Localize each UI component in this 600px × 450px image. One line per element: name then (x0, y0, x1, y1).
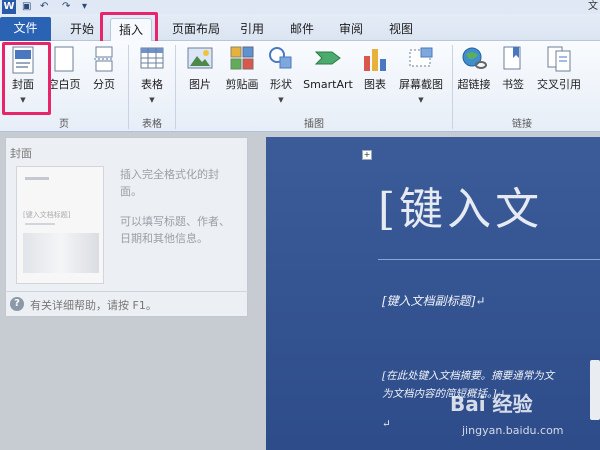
table-label: 表格 (141, 78, 163, 91)
tab-review[interactable]: 审阅 (334, 18, 368, 41)
table-button[interactable]: 表格 ▼ (134, 44, 170, 114)
tooltip-description: 日期和其他信息。 (120, 232, 208, 245)
shapes-button[interactable]: 形状 ▼ (266, 44, 296, 114)
tooltip-title: 封面 (10, 147, 32, 160)
cross-reference-label: 交叉引用 (537, 78, 581, 91)
thumb-line (25, 223, 55, 225)
tab-mailings[interactable]: 邮件 (285, 18, 319, 41)
table-move-handle-icon[interactable]: + (362, 150, 372, 160)
pages-group-label: 页 (59, 119, 69, 130)
save-icon[interactable]: ▣ (22, 0, 31, 14)
picture-icon (187, 47, 213, 69)
scrollbar[interactable] (590, 360, 600, 420)
illustrations-group-label: 插图 (304, 119, 324, 130)
thumb-line (25, 177, 49, 180)
help-text: 有关详细帮助，请按 F1。 (30, 299, 157, 312)
title-divider (378, 259, 600, 260)
screenshot-icon (409, 47, 433, 67)
thumb-heading: [键入文档标题] (23, 211, 71, 219)
hyperlink-button[interactable]: 超链接 (456, 44, 492, 114)
table-icon (140, 47, 164, 69)
window-title: 文 (588, 1, 598, 12)
tooltip-description: 可以填写标题、作者、 (120, 215, 230, 228)
customize-toolbar-icon[interactable]: ▾ (82, 0, 87, 14)
title-bar: W ▣ ↶ ↷ ▾ 文 (0, 0, 600, 14)
document-subtitle-placeholder[interactable]: [键入文档副标题]↵ (382, 292, 485, 309)
tab-home[interactable]: 开始 (62, 18, 102, 41)
smartart-label: SmartArt (303, 78, 353, 91)
ribbon-tab-row: 文件 开始 插入 页面布局 引用 邮件 审阅 视图 (0, 14, 600, 41)
tab-references[interactable]: 引用 (235, 18, 269, 41)
bookmark-button[interactable]: 书签 (498, 44, 528, 114)
bookmark-label: 书签 (502, 78, 524, 91)
group-divider (452, 45, 453, 129)
picture-button[interactable]: 图片 (183, 44, 217, 114)
undo-icon[interactable]: ↶ (40, 0, 48, 14)
hyperlink-label: 超链接 (457, 78, 491, 91)
word-logo-icon: W (2, 0, 16, 14)
cross-reference-icon (547, 46, 571, 72)
chevron-down-icon: ▼ (278, 96, 284, 104)
smartart-icon (314, 51, 341, 65)
redo-icon[interactable]: ↷ (62, 0, 70, 14)
clipart-label: 剪贴画 (225, 78, 259, 91)
shapes-icon (269, 47, 292, 69)
chevron-down-icon: ▼ (149, 96, 155, 104)
group-divider (175, 45, 176, 129)
globe-link-icon (462, 47, 487, 69)
group-divider (128, 45, 129, 129)
screenshot-label: 屏幕截图 (399, 78, 443, 91)
blank-page-icon (54, 46, 74, 72)
cross-reference-button[interactable]: 交叉引用 (534, 44, 584, 114)
cover-button-highlight (2, 42, 51, 115)
shapes-label: 形状 (270, 78, 292, 91)
picture-label: 图片 (189, 78, 211, 91)
page-break-icon (94, 46, 114, 72)
screenshot-button[interactable]: 屏幕截图 ▼ (394, 44, 448, 114)
chart-icon (364, 49, 386, 71)
tab-file[interactable]: 文件 (0, 17, 51, 41)
baidu-jingyan-watermark: Bai 经验 (450, 392, 533, 416)
clipart-icon (230, 46, 254, 70)
chevron-down-icon: ▼ (418, 96, 424, 104)
tables-group-label: 表格 (142, 119, 162, 130)
document-abstract-line[interactable]: [在此处键入文档摘要。摘要通常为文 (382, 368, 554, 383)
tooltip-description: 面。 (120, 185, 142, 198)
paragraph-mark: ↵ (382, 418, 391, 430)
thumb-graphic (23, 233, 99, 273)
page-break-label: 分页 (93, 78, 115, 91)
tab-page-layout[interactable]: 页面布局 (165, 18, 227, 41)
page-break-button[interactable]: 分页 (88, 44, 120, 114)
insert-tab-highlight (100, 12, 158, 44)
chart-label: 图表 (364, 78, 386, 91)
clipart-button[interactable]: 剪贴画 (221, 44, 263, 114)
chart-button[interactable]: 图表 (360, 44, 390, 114)
help-icon: ? (10, 297, 24, 311)
document-title-placeholder[interactable]: [键入文 (378, 173, 543, 237)
links-group-label: 链接 (512, 119, 532, 130)
watermark-url: jingyan.baidu.com (462, 424, 564, 437)
tab-view[interactable]: 视图 (384, 18, 418, 41)
cover-thumbnail[interactable]: [键入文档标题] (16, 166, 104, 284)
bookmark-icon (503, 46, 521, 70)
tooltip-description: 插入完全格式化的封 (120, 168, 219, 181)
smartart-button[interactable]: SmartArt (300, 44, 356, 114)
